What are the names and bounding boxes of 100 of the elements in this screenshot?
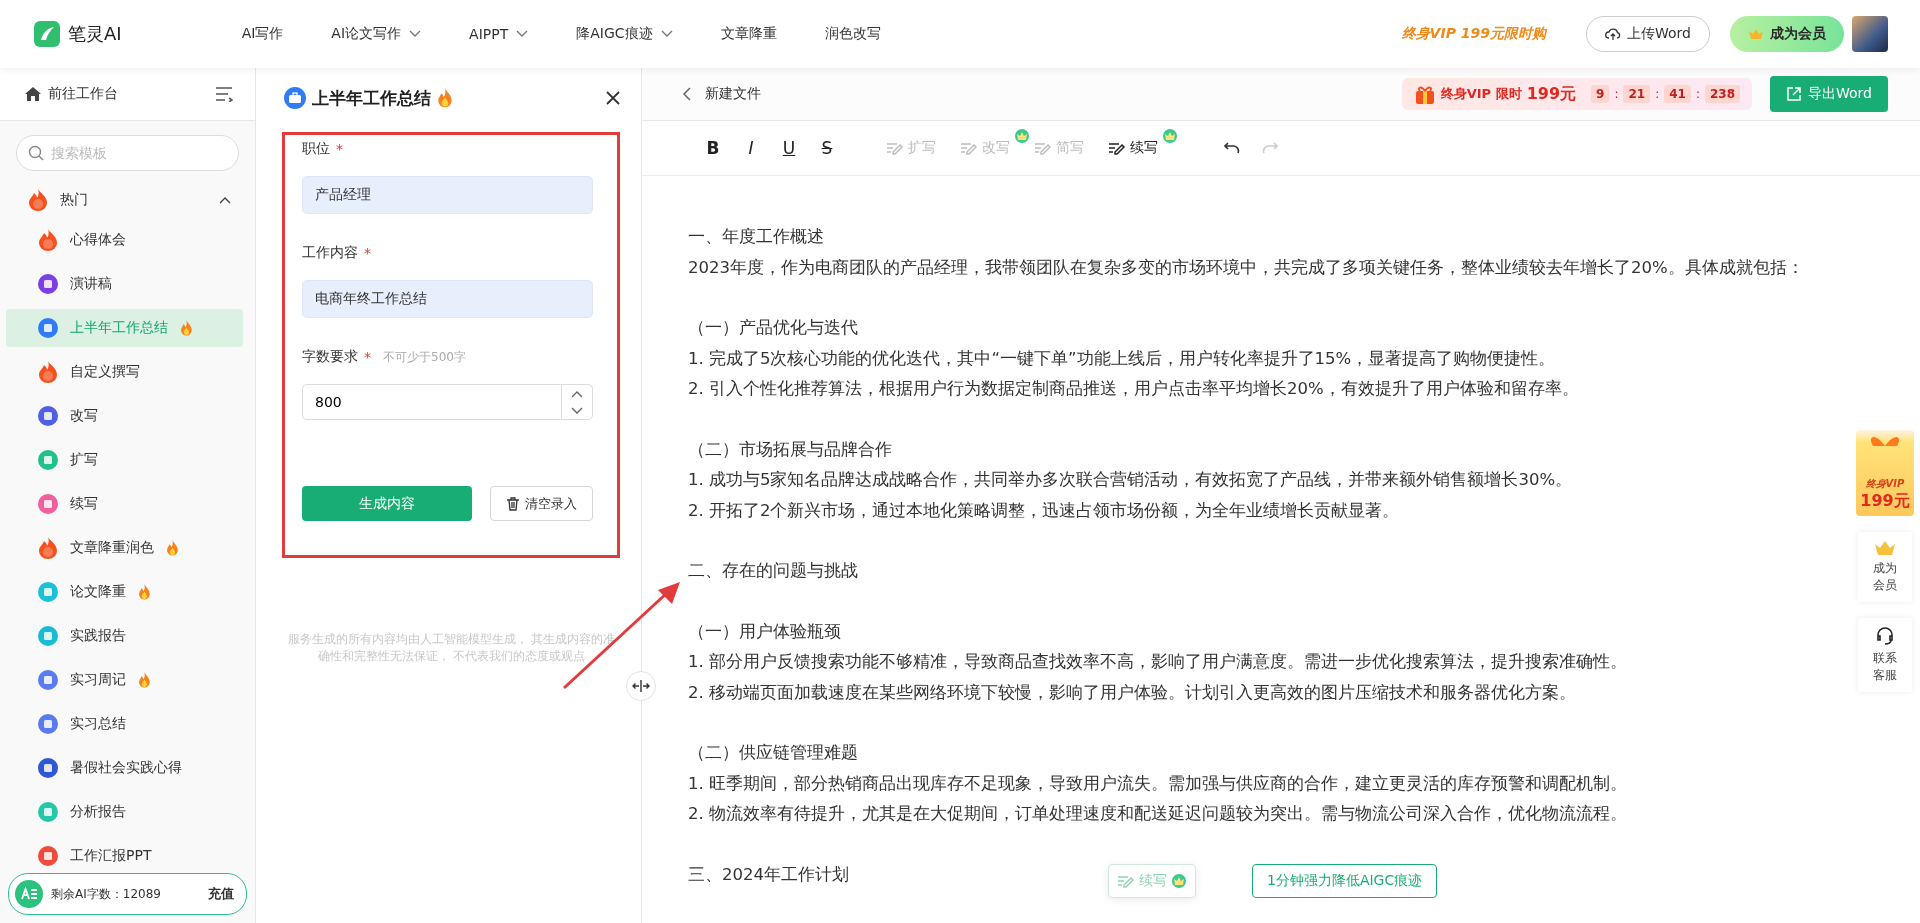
timer-separator: : — [1695, 87, 1700, 101]
sidebar-item[interactable]: 自定义撰写 — [6, 353, 243, 391]
pen-lines-icon — [960, 141, 978, 155]
logo-icon — [34, 21, 60, 47]
membership-link[interactable]: 成为会员 — [1858, 532, 1912, 602]
resize-icon — [632, 680, 650, 692]
document-line: 三、2024年工作计划 — [688, 863, 849, 886]
timer-separator: : — [1614, 87, 1619, 101]
chevron-down-icon — [571, 406, 583, 415]
briefcase-icon — [284, 87, 306, 109]
document-line: 2. 引入个性化推荐算法，根据用户行为数据定制商品推送，用户点击率平均增长20%，有效提升了用户体验和留存率。 — [688, 378, 1579, 400]
sidebar-item[interactable]: 分析报告 — [6, 793, 243, 831]
sidebar-item[interactable]: 心得体会 — [6, 221, 243, 259]
required-mark: * — [364, 349, 371, 365]
document-line: 一、年度工作概述 — [688, 226, 824, 248]
section-header[interactable]: 热门 — [0, 179, 255, 221]
home-icon — [24, 86, 42, 102]
search-field[interactable]: 搜索模板 — [16, 135, 239, 171]
pen-lines-icon — [1034, 141, 1052, 155]
crown-icon — [1748, 28, 1764, 40]
document-line: 2. 物流效率有待提升，尤其是在大促期间，订单处理速度和配送延迟问题较为突出。需与物流公司深入合作，优化物流流程。 — [688, 803, 1627, 825]
text-field[interactable]: 产品经理 — [302, 176, 593, 214]
document-line: 二、存在的问题与挑战 — [688, 560, 858, 582]
format-button[interactable]: U — [770, 138, 808, 158]
document-line: 1. 旺季期间，部分热销商品出现库存不足现象，导致用户流失。需加强与供应商的合作，建立更灵活的库存预警和调配机制。 — [688, 772, 1627, 795]
back-button[interactable] — [682, 87, 691, 101]
ai-tool-button[interactable]: 续写 — [1108, 139, 1158, 157]
logo-text: 笔灵AI — [68, 22, 122, 46]
document-line: 2023年度，作为电商团队的产品经理，我带领团队在复杂多变的市场环境中，共完成了多项关键任务，整体业绩较去年增长了20%。具体成就包括： — [688, 256, 1804, 279]
user-avatar[interactable] — [1852, 16, 1888, 52]
close-icon — [605, 90, 621, 106]
field-label: 工作内容 * — [302, 243, 372, 263]
vip-price: 199元 — [1860, 491, 1910, 512]
document-line: （二）市场拓展与品牌合作 — [688, 438, 892, 461]
pen-lines-icon — [886, 141, 904, 155]
timer-digit: 9 — [1591, 85, 1610, 103]
quota-text: 剩余AI字数：12089 — [51, 885, 162, 903]
timer-digit: 238 — [1704, 85, 1740, 103]
field-hint: 不可少于500字 — [383, 348, 466, 366]
chevron-up-icon — [219, 196, 231, 204]
chevron-up-icon — [571, 389, 583, 398]
sidebar-item[interactable]: 续写 — [6, 485, 243, 523]
redo-icon — [1262, 142, 1278, 154]
timer-digit: 41 — [1664, 85, 1691, 103]
sidebar-item[interactable]: 暑假社会实践心得 — [6, 749, 243, 787]
sidebar-item[interactable]: 实习周记 — [6, 661, 243, 699]
membership-button[interactable]: 成为会员 — [1730, 16, 1844, 52]
timer-separator: : — [1655, 87, 1660, 101]
pen-lines-icon — [1117, 874, 1135, 888]
crown-icon — [1171, 874, 1187, 888]
sidebar-item[interactable]: 改写 — [6, 397, 243, 435]
sidebar-item[interactable]: 论文降重 — [6, 573, 243, 611]
nav-link[interactable]: 润色改写 — [824, 25, 881, 43]
resize-handle[interactable] — [626, 671, 656, 701]
nav-link[interactable]: 文章降重 — [720, 25, 777, 43]
customer-service-link[interactable]: 联系客服 — [1858, 618, 1912, 692]
text-field[interactable]: 电商年终工作总结 — [302, 280, 593, 318]
sidebar-item[interactable]: 演讲稿 — [6, 265, 243, 303]
nav-link[interactable]: AIPPT — [469, 25, 529, 43]
chevron-left-icon — [682, 87, 691, 101]
search-icon — [28, 145, 44, 161]
document-line: 2. 开拓了2个新兴市场，通过本地化策略调整，迅速占领市场份额，为全年业绩增长贡献显著。 — [688, 499, 1400, 522]
format-button[interactable]: B — [694, 138, 732, 158]
gift-icon — [1413, 83, 1436, 105]
undo-icon — [1224, 142, 1240, 154]
upload-button[interactable]: 上传Word — [1586, 16, 1710, 52]
document-line: （二）供应链管理难题 — [688, 742, 858, 764]
nav-link[interactable]: 降AIGC痕迹 — [576, 25, 673, 43]
close-button[interactable] — [605, 90, 621, 106]
sidebar-item[interactable]: 实践报告 — [6, 617, 243, 655]
format-button[interactable]: I — [732, 138, 770, 158]
recharge-link[interactable]: 充值 — [208, 885, 234, 903]
vip-label: 终身VIP — [1865, 477, 1905, 491]
headset-icon — [1875, 626, 1895, 646]
document-line: （一）用户体验瓶颈 — [688, 620, 841, 643]
form-title: 上半年工作总结 — [312, 86, 431, 110]
vip-text: 终身VIP 限时 — [1440, 85, 1522, 103]
cloud-upload-icon — [1605, 27, 1621, 41]
workspace-link[interactable]: 前往工作台 — [24, 85, 118, 103]
document-line: 2. 移动端页面加载速度在某些网络环境下较慢，影响了用户体验。计划引入更高效的图片压缩技术和服务器优化方案。 — [688, 681, 1576, 704]
clear-button[interactable]: 清空录入 — [490, 486, 593, 521]
flame-icon — [28, 189, 48, 211]
format-button[interactable]: S — [808, 138, 846, 158]
number-field[interactable]: 800 — [302, 384, 561, 420]
field-label: 字数要求 * 不可少于500字 — [302, 347, 467, 368]
sidebar-item[interactable]: 文章降重润色 — [6, 529, 243, 567]
sidebar-item[interactable]: 工作汇报PPT — [6, 837, 243, 875]
file-name: 新建文件 — [705, 85, 762, 103]
undo-button[interactable] — [1224, 142, 1240, 154]
menu-icon[interactable] — [215, 86, 233, 102]
nav-link[interactable]: AI论文写作 — [331, 25, 422, 43]
field-label: 职位 * — [302, 139, 344, 159]
sidebar-item[interactable]: 扩写 — [6, 441, 243, 479]
sidebar-item[interactable]: 实习总结 — [6, 705, 243, 743]
pen-lines-icon — [1108, 141, 1126, 155]
document-line: 1. 部分用户反馈搜索功能不够精准，导致商品查找效率不高，影响了用户满意度。需进一步优化搜索算法，提升搜索准确性。 — [688, 651, 1627, 673]
nav-link[interactable]: AI写作 — [241, 25, 284, 43]
required-mark: * — [364, 245, 371, 261]
vip-price: 199元 — [1526, 83, 1577, 105]
timer-digit: 21 — [1623, 85, 1651, 103]
